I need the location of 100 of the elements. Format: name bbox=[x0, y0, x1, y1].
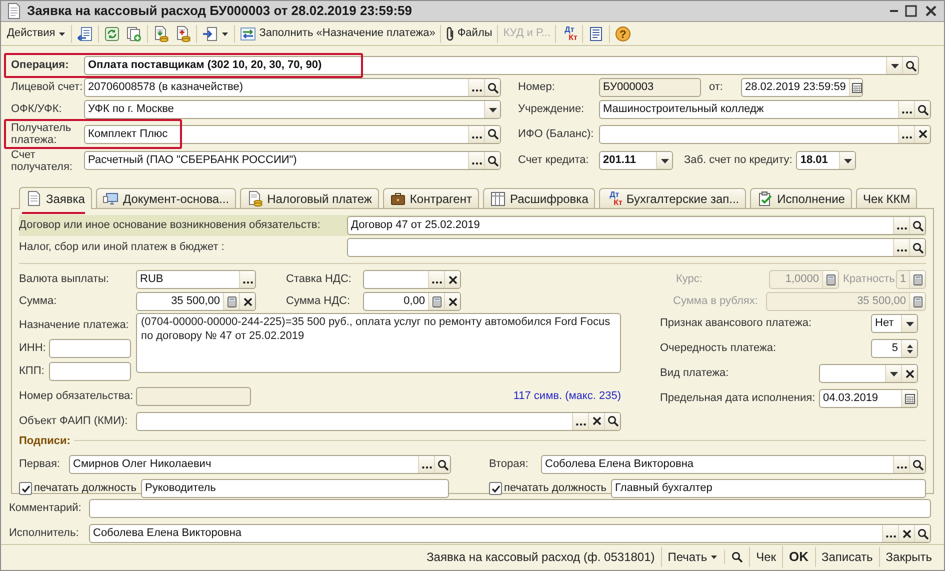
select-button[interactable] bbox=[239, 271, 255, 288]
input-field[interactable] bbox=[136, 386, 251, 406]
select-button[interactable] bbox=[898, 126, 914, 142]
footer-button[interactable]: Записать bbox=[814, 547, 879, 567]
input-field[interactable]: Соболева Елена Викторовна bbox=[541, 455, 926, 474]
toolbar-button[interactable]: Заполнить «Назначение платежа» bbox=[237, 24, 438, 44]
select-button[interactable] bbox=[893, 217, 909, 234]
dropdown-field[interactable]: УФК по г. Москве bbox=[84, 100, 501, 119]
search-button[interactable] bbox=[484, 126, 500, 142]
debit-credit-icon: Дт Кт bbox=[606, 190, 622, 206]
field-label: ИФО (Баланс): bbox=[518, 126, 595, 142]
search-button[interactable] bbox=[914, 101, 930, 118]
input-field[interactable] bbox=[599, 124, 931, 144]
search-button[interactable] bbox=[484, 79, 500, 96]
print-menu[interactable]: Печать bbox=[660, 547, 724, 567]
clear-button[interactable] bbox=[898, 525, 914, 542]
dropdown-button[interactable] bbox=[656, 152, 672, 169]
ok-button[interactable]: OK bbox=[782, 546, 814, 568]
footer-button[interactable]: Заявка на кассовый расход (ф. 0531801) bbox=[420, 547, 661, 567]
input-field[interactable]: БУ000003 bbox=[599, 78, 701, 97]
input-field[interactable]: Машиностроительный колледж bbox=[599, 100, 931, 119]
input-field[interactable] bbox=[347, 238, 926, 257]
dropdown-field[interactable]: Нет bbox=[871, 314, 918, 333]
clear-button[interactable] bbox=[444, 293, 460, 310]
input-field[interactable]: Комплект Плюс bbox=[84, 124, 501, 144]
dropdown-button[interactable] bbox=[886, 57, 902, 74]
tab[interactable]: Чек ККМ bbox=[856, 188, 918, 208]
dropdown-button[interactable] bbox=[484, 101, 500, 118]
search-button[interactable] bbox=[914, 525, 930, 542]
input-field[interactable] bbox=[49, 338, 131, 358]
dropdown-button[interactable] bbox=[901, 315, 917, 332]
spin-button[interactable] bbox=[901, 340, 917, 357]
dropdown-field[interactable]: Оплата поставщикам (302 10, 20, 30, 70, 90) bbox=[84, 56, 919, 75]
checkbox[interactable]: печатать должность bbox=[489, 480, 611, 497]
select-button[interactable] bbox=[418, 456, 434, 473]
input-field[interactable]: 0,00 bbox=[363, 292, 461, 311]
search-button[interactable] bbox=[902, 57, 918, 74]
tab[interactable]: Документ-основа... bbox=[96, 188, 236, 208]
clear-button[interactable] bbox=[901, 365, 917, 382]
actions-menu[interactable]: Действия bbox=[4, 26, 70, 41]
tab[interactable]: Исполнение bbox=[750, 188, 852, 208]
input-field[interactable]: 35 500,00 bbox=[136, 292, 256, 311]
dropdown-button[interactable] bbox=[885, 365, 901, 382]
refresh-icon bbox=[104, 26, 120, 42]
calculator-button[interactable] bbox=[223, 293, 239, 310]
search-button[interactable] bbox=[604, 412, 620, 430]
clear-button[interactable] bbox=[239, 293, 255, 310]
input-field[interactable]: Главный бухгалтер bbox=[611, 479, 926, 498]
search-button[interactable] bbox=[909, 456, 925, 473]
search-button[interactable] bbox=[434, 456, 450, 473]
clear-button[interactable] bbox=[588, 412, 604, 430]
dropdown-field[interactable]: 18.01 bbox=[796, 151, 856, 170]
calendar-button[interactable] bbox=[901, 390, 917, 407]
tab[interactable]: Налоговый платеж bbox=[240, 188, 379, 208]
ellipsis-icon bbox=[472, 162, 482, 165]
number-field[interactable]: 5 bbox=[871, 339, 918, 358]
input-field[interactable] bbox=[363, 270, 461, 289]
footer-button[interactable]: Закрыть bbox=[878, 547, 938, 567]
input-field[interactable]: Соболева Елена Викторовна bbox=[89, 524, 931, 543]
field-label: Операция: bbox=[11, 58, 70, 74]
select-button[interactable] bbox=[468, 152, 484, 169]
field-label: Назначение платежа: bbox=[19, 318, 130, 333]
dropdown-field[interactable] bbox=[819, 364, 918, 383]
calculator-icon bbox=[912, 274, 924, 286]
calendar-button[interactable] bbox=[848, 79, 862, 96]
input-field[interactable]: Расчетный (ПАО "СБЕРБАНК РОССИИ") bbox=[84, 151, 501, 170]
ellipsis-icon bbox=[472, 89, 482, 92]
input-field[interactable] bbox=[136, 412, 621, 430]
date-field[interactable]: 04.03.2019 bbox=[819, 389, 918, 408]
calculator-button[interactable] bbox=[428, 293, 444, 310]
input-field[interactable] bbox=[49, 362, 131, 380]
search-button[interactable] bbox=[909, 217, 925, 234]
tab[interactable]: Контрагент bbox=[382, 188, 479, 208]
clear-button[interactable] bbox=[444, 271, 460, 288]
field-label: Лицевой счет: bbox=[11, 80, 84, 96]
search-button[interactable] bbox=[484, 152, 500, 169]
input-field[interactable]: Смирнов Олег Николаевич bbox=[69, 455, 451, 474]
checkbox[interactable]: печатать должность bbox=[19, 480, 141, 497]
tab[interactable]: Расшифровка bbox=[482, 188, 596, 208]
input-field[interactable]: Руководитель bbox=[141, 479, 449, 498]
select-button[interactable] bbox=[898, 101, 914, 118]
select-button[interactable] bbox=[893, 239, 909, 256]
input-field[interactable] bbox=[89, 499, 931, 518]
dropdown-button[interactable] bbox=[839, 152, 856, 169]
input-field[interactable]: 20706008578 (в казначействе) bbox=[84, 78, 501, 97]
input-field[interactable]: Договор 47 от 25.02.2019 bbox=[347, 216, 926, 235]
select-button[interactable] bbox=[882, 525, 898, 542]
dropdown-field[interactable]: 201.11 bbox=[599, 151, 673, 170]
select-button[interactable] bbox=[468, 79, 484, 96]
select-button[interactable] bbox=[428, 271, 444, 288]
select-button[interactable] bbox=[468, 126, 484, 142]
text-area[interactable]: (0704-00000-00000-244-225)=35 500 руб., оплата услуг по ремонту автомобился Ford Focus по договору № 47 от 25.02.2019 bbox=[136, 313, 621, 373]
date-field[interactable]: 28.02.2019 23:59:59 bbox=[741, 78, 863, 97]
search-button[interactable] bbox=[909, 239, 925, 256]
footer-button[interactable]: Чек bbox=[749, 547, 782, 567]
select-button[interactable] bbox=[572, 412, 588, 430]
select-button[interactable] bbox=[893, 456, 909, 473]
clear-button[interactable] bbox=[914, 126, 930, 142]
input-field[interactable]: RUB bbox=[136, 270, 256, 289]
toolbar-button[interactable]: Файлы bbox=[443, 24, 496, 42]
